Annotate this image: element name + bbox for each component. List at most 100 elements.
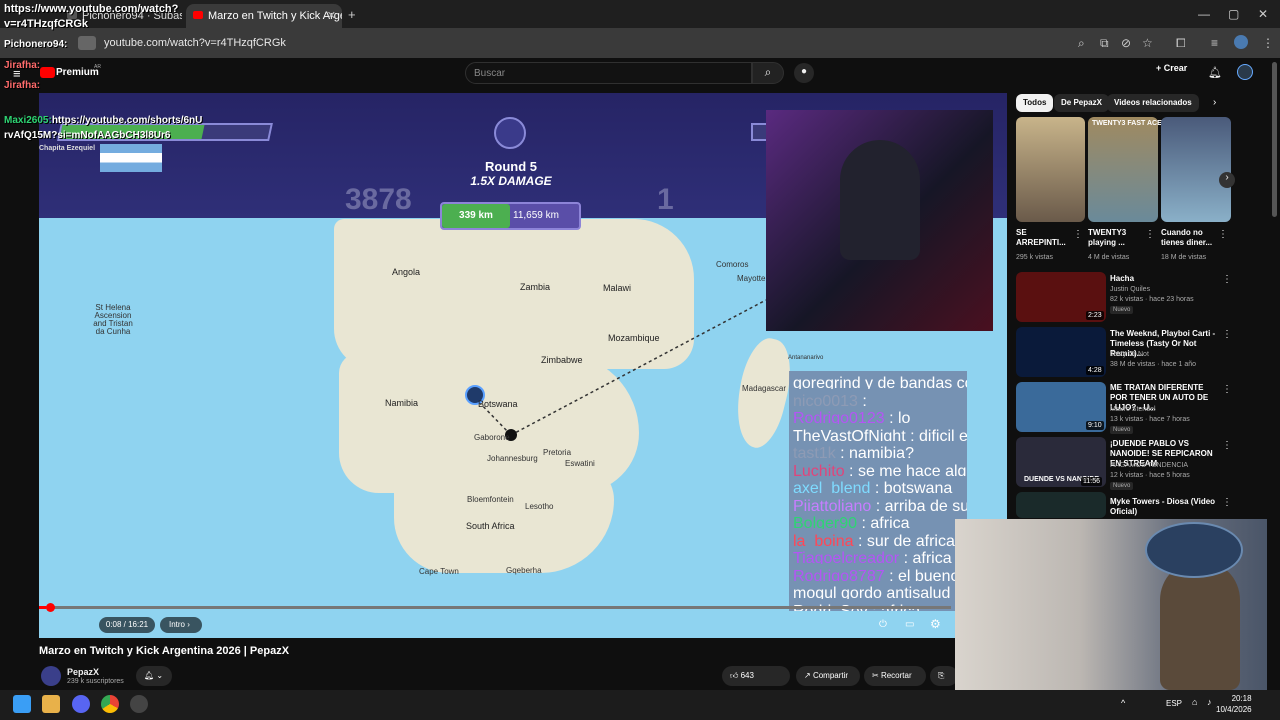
close-window-icon[interactable]: ✕ — [1258, 7, 1268, 21]
youtube-logo-icon[interactable] — [40, 67, 55, 78]
video-channel[interactable]: Mauro Stendel — [1110, 405, 1156, 414]
video-duration: 4:28 — [1086, 366, 1104, 375]
autoplay-toggle-icon[interactable]: ⏻ — [879, 619, 887, 630]
url-field[interactable]: youtube.com/watch?v=r4THzqfCRGk — [104, 37, 286, 49]
chat-message: goregrind y de bandas como gutalax? — [793, 375, 967, 389]
map-label: Mozambique — [608, 333, 660, 343]
new-badge: Nuevo — [1110, 426, 1134, 434]
chip-todos[interactable]: Todos — [1016, 94, 1054, 112]
overlay-chat-line: Pichonero94: — [4, 39, 68, 50]
short-title[interactable]: Cuando no tienes diner... — [1161, 228, 1215, 248]
short-views: 295 k vistas — [1016, 254, 1053, 261]
chip-videos-relacionados[interactable]: Videos relacionados — [1107, 94, 1199, 112]
chat-user: Tiagoelcreador — [793, 550, 900, 564]
voice-search-icon[interactable]: ● — [794, 63, 814, 83]
logo-text[interactable]: Premium — [56, 67, 99, 78]
chat-user: Rodrigo8787 — [793, 567, 885, 582]
more-options-icon[interactable]: ⋮ — [1222, 274, 1232, 285]
new-tab-button[interactable]: + — [348, 7, 356, 22]
more-options-icon[interactable]: ⋮ — [1222, 440, 1232, 451]
search-button[interactable]: ⌕ — [752, 62, 784, 84]
subtitles-icon[interactable]: ▭ — [905, 619, 914, 630]
short-thumbnail[interactable] — [1016, 117, 1085, 222]
map-label: Angola — [392, 267, 421, 277]
video-meta: 13 k vistas · hace 7 horas — [1110, 416, 1190, 423]
short-title[interactable]: SE ARREPINTI... — [1016, 228, 1068, 248]
site-info-icon[interactable] — [78, 36, 96, 50]
maximize-icon[interactable]: ▢ — [1228, 7, 1239, 21]
volume-tray-icon[interactable]: ♪ — [1207, 697, 1212, 707]
map-label: Pretoria — [543, 448, 572, 457]
minimize-icon[interactable]: — — [1198, 7, 1210, 21]
video-title[interactable]: Hacha — [1110, 274, 1210, 284]
search-icon: ⌕ — [764, 65, 772, 79]
tab-youtube-video[interactable]: Marzo en Twitch y Kick Arge ✕ — [186, 4, 342, 28]
bell-icon: 🔔︎ ⌄ — [144, 671, 164, 680]
taskbar — [0, 690, 1280, 720]
short-thumbnail[interactable] — [1088, 117, 1158, 222]
more-options-icon[interactable]: ⋮ — [1222, 497, 1232, 508]
chrome-icon[interactable] — [101, 695, 119, 713]
short-thumbnail[interactable] — [1161, 117, 1231, 222]
zoom-icon[interactable]: ⌕ — [1078, 36, 1085, 51]
channel-avatar[interactable] — [41, 666, 61, 686]
channel-name[interactable]: PepazX — [67, 667, 99, 677]
overlay-chat-msg: https://youtube.com/shorts/6nU — [51, 115, 203, 126]
map-label: Lesotho — [525, 502, 554, 511]
create-button[interactable]: + Crear — [1156, 63, 1187, 73]
discord-icon[interactable] — [72, 695, 90, 713]
video-thumbnail[interactable] — [1016, 492, 1106, 518]
chip-de-pepazx[interactable]: De PepazX — [1054, 94, 1109, 112]
tab-label: Marzo en Twitch y Kick Arge — [208, 10, 342, 22]
video-channel[interactable]: HAGAMOS TENDENCIA — [1110, 461, 1188, 470]
share-button[interactable]: ↗ Compartir — [796, 666, 860, 686]
video-title[interactable]: Myke Towers - Diosa (Video Oficial) — [1110, 497, 1220, 517]
search-input[interactable]: Buscar — [465, 62, 752, 84]
progress-bar[interactable] — [39, 606, 951, 609]
install-icon[interactable]: ⧉ — [1100, 36, 1109, 51]
file-explorer-icon[interactable] — [42, 695, 60, 713]
menu-icon[interactable]: ⋮ — [1262, 36, 1274, 50]
more-options-icon[interactable]: ⋮ — [1218, 229, 1228, 240]
guess-distance-line — [510, 299, 767, 436]
tray-chevron-icon[interactable]: ^ — [1121, 698, 1125, 708]
more-options-icon[interactable]: ⋮ — [1145, 229, 1155, 240]
extensions-icon[interactable]: ⧠ — [1176, 36, 1186, 51]
obs-icon[interactable] — [130, 695, 148, 713]
network-icon[interactable]: ⌂ — [1192, 697, 1197, 707]
share-icon: ↗ — [804, 671, 811, 680]
account-avatar[interactable] — [1237, 64, 1253, 80]
close-tab-icon[interactable]: ✕ — [327, 9, 336, 22]
profile-avatar[interactable] — [1234, 35, 1248, 49]
more-options-icon[interactable]: ⋮ — [1073, 229, 1083, 240]
video-channel[interactable]: Tasty Or Not — [1110, 350, 1149, 359]
chat-message: : sur de africa — [857, 532, 955, 547]
save-button[interactable]: ⎘ — [930, 666, 958, 686]
more-options-icon[interactable]: ⋮ — [1222, 384, 1232, 395]
system-clock[interactable]: 20:18 10/4/2026 — [1216, 693, 1252, 715]
media-icon[interactable]: ≡ — [1211, 36, 1218, 50]
round-avatar-icon — [494, 117, 526, 149]
more-options-icon[interactable]: ⋮ — [1222, 329, 1232, 340]
windows-start-icon[interactable] — [13, 695, 31, 713]
video-title: Marzo en Twitch y Kick Argentina 2026 | … — [39, 645, 290, 657]
shorts-next-icon[interactable]: › — [1219, 172, 1235, 188]
clip-button[interactable]: ✂ Recortar — [864, 666, 926, 686]
settings-gear-icon[interactable]: ⚙︎ — [930, 617, 941, 631]
bookmark-star-icon[interactable]: ☆ — [1142, 36, 1153, 50]
subscribe-bell-button[interactable]: 🔔︎ ⌄ — [136, 666, 172, 686]
language-indicator[interactable]: ESP — [1166, 699, 1182, 708]
score-right: 1 — [657, 183, 674, 216]
eye-off-icon[interactable]: ⊘ — [1121, 36, 1131, 50]
video-channel[interactable]: Justin Quiles — [1110, 285, 1150, 294]
progress-scrubber-handle[interactable] — [46, 603, 55, 612]
short-title[interactable]: TWENTY3 playing ... — [1088, 228, 1142, 248]
like-count: 643 — [740, 671, 754, 680]
chat-line: Luchito : se me hace algo africano — [789, 459, 967, 477]
notifications-bell-icon[interactable]: 🔔︎ — [1208, 66, 1222, 79]
page-scrollbar[interactable] — [1272, 62, 1277, 217]
chevron-right-icon[interactable]: › — [1213, 97, 1216, 108]
like-button[interactable]: 👍︎ 643 — [722, 666, 790, 686]
scissors-icon: ✂ — [872, 671, 879, 680]
chapter-button[interactable]: Intro › — [160, 617, 202, 633]
